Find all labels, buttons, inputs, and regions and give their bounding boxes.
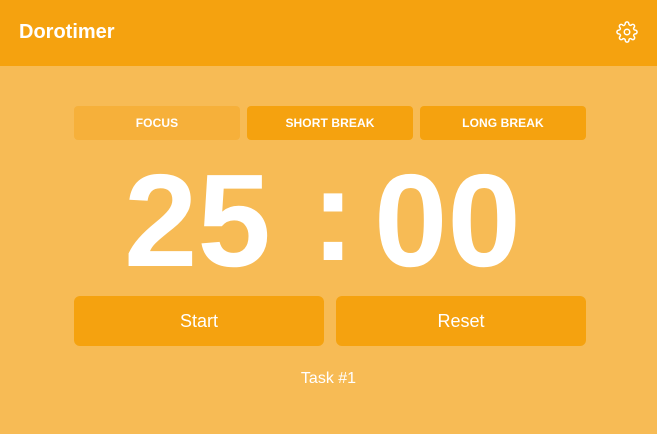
task-label: Task #1 [300, 370, 357, 387]
gear-icon [616, 21, 638, 43]
tab-long-break[interactable]: LONG BREAK [420, 106, 586, 140]
timer-display: 25 : 00 [74, 147, 586, 294]
tab-focus[interactable]: FOCUS [74, 106, 240, 140]
tab-short-break[interactable]: SHORT BREAK [247, 106, 413, 140]
timer-minutes: 25 [124, 147, 271, 294]
settings-button[interactable] [615, 20, 639, 44]
app-header: Dorotimer [0, 0, 657, 66]
reset-button[interactable]: Reset [336, 296, 586, 346]
app-title: Dorotimer [19, 21, 115, 43]
start-button[interactable]: Start [74, 296, 324, 346]
mode-tabs: FOCUS SHORT BREAK LONG BREAK [74, 106, 586, 140]
timer-seconds: 00 [374, 147, 521, 294]
timer-separator: : [311, 141, 355, 288]
